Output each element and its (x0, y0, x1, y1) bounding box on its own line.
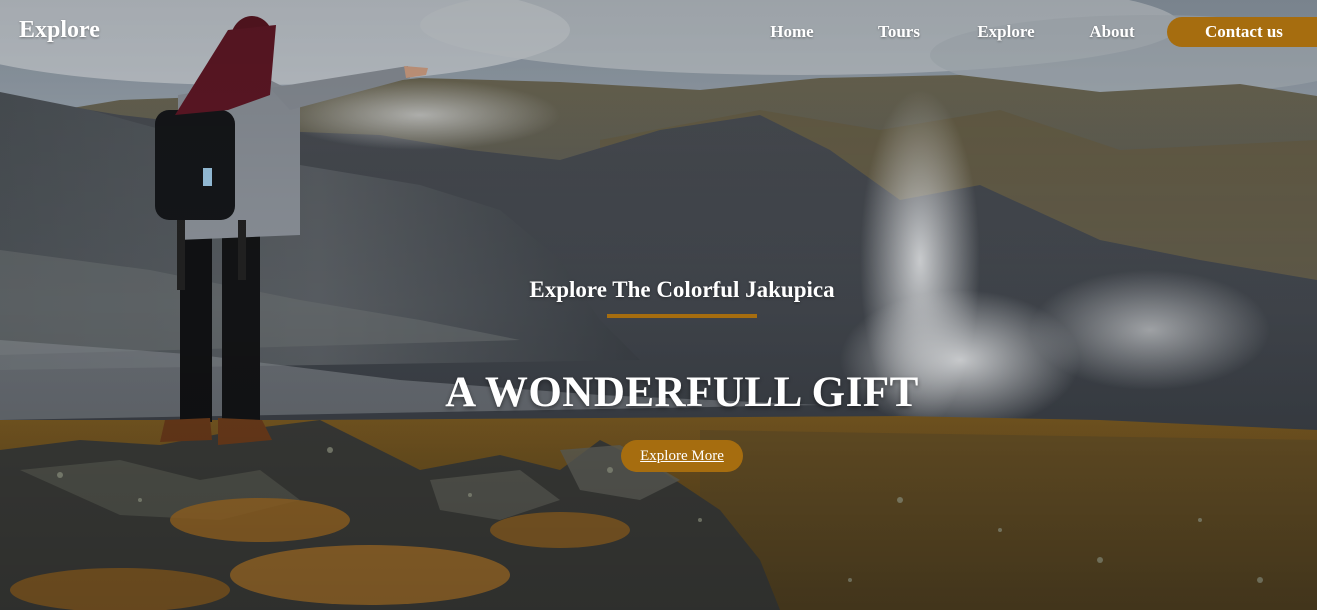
brand-logo[interactable]: Explore (19, 17, 100, 44)
subtitle-underline (607, 314, 757, 318)
nav-explore[interactable]: Explore (956, 22, 1056, 42)
explore-more-button[interactable]: Explore More (621, 440, 743, 472)
nav-tours[interactable]: Tours (859, 22, 939, 42)
hero-subtitle: Explore The Colorful Jakupica (529, 277, 835, 302)
nav-home[interactable]: Home (752, 22, 832, 42)
contact-us-button[interactable]: Contact us (1167, 17, 1317, 47)
hero-background-image (0, 0, 1317, 610)
hero-headline: A WONDERFULL GIFT (445, 369, 919, 416)
hero-section: Explore Home Tours Explore About Contact… (0, 0, 1317, 610)
nav-about[interactable]: About (1072, 22, 1152, 42)
